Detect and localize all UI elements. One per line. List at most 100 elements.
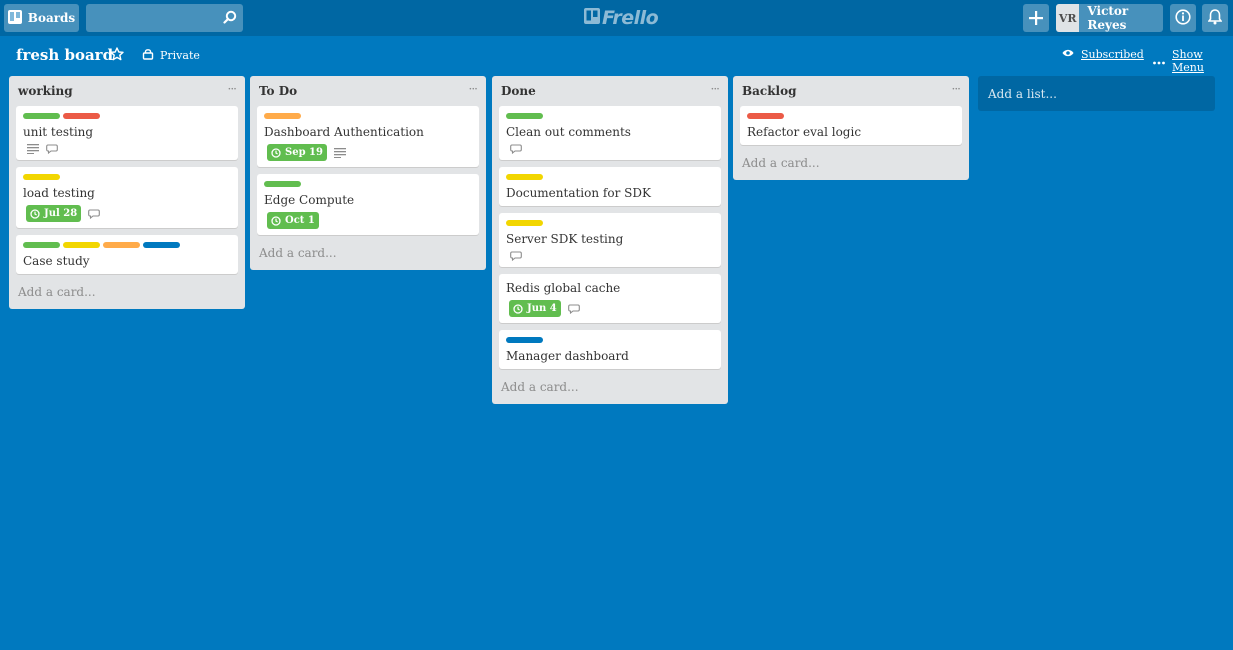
card-badges: Jun 4 <box>506 300 714 317</box>
list-menu-icon[interactable]: ··· <box>952 82 962 96</box>
add-list-button[interactable]: Add a list... <box>978 76 1215 111</box>
logo-icon <box>584 7 600 29</box>
visibility-label: Private <box>160 49 200 62</box>
card-title: Server SDK testing <box>506 232 624 246</box>
list-title[interactable]: Backlog <box>742 84 797 98</box>
card-labels <box>264 181 472 187</box>
list-2: Done ··· Clean out comments Documentation f… <box>492 76 728 404</box>
avatar: VR <box>1056 4 1080 32</box>
card-title: Clean out comments <box>506 125 631 139</box>
card-title: Refactor eval logic <box>747 125 862 139</box>
more-icon <box>1153 55 1165 68</box>
card[interactable]: Dashboard Authentication Sep 19 <box>257 106 479 167</box>
card-title: unit testing <box>23 125 94 139</box>
plus-icon <box>1029 6 1043 30</box>
due-date-badge: Jun 4 <box>509 300 561 317</box>
card[interactable]: Refactor eval logic <box>740 106 962 145</box>
due-date-badge: Jul 28 <box>26 205 82 222</box>
card-title: load testing <box>23 186 95 200</box>
subscribed-button[interactable]: Subscribed <box>1062 48 1144 61</box>
clock-icon <box>513 303 523 314</box>
list-title[interactable]: Done <box>501 84 536 98</box>
due-date: Oct 1 <box>285 215 315 226</box>
list-menu-icon[interactable]: ··· <box>711 82 721 96</box>
clock-icon <box>271 215 281 226</box>
card[interactable]: Clean out comments <box>499 106 721 160</box>
add-button[interactable] <box>1023 4 1049 32</box>
card[interactable]: load testing Jul 28 <box>16 167 238 228</box>
card-labels <box>23 174 231 180</box>
card-title: Redis global cache <box>506 281 621 295</box>
boards-button[interactable]: Boards <box>4 4 79 32</box>
card[interactable]: Documentation for SDK <box>499 167 721 206</box>
label-green <box>264 181 301 187</box>
card-badges <box>23 144 231 154</box>
clock-icon <box>30 208 40 219</box>
card[interactable]: Case study <box>16 235 238 274</box>
card-labels <box>506 113 714 119</box>
comment-icon <box>567 303 580 314</box>
list-3: Backlog ··· Refactor eval logic Add a card.… <box>733 76 969 180</box>
list-header: working ··· <box>16 76 238 106</box>
list-header: Done ··· <box>499 76 721 106</box>
user-name: Victor Reyes <box>1087 4 1129 32</box>
comment-icon <box>88 208 101 219</box>
label-red <box>63 113 100 119</box>
add-card-button[interactable]: Add a card... <box>16 281 238 301</box>
card-badges <box>506 144 714 154</box>
app-logo[interactable]: Frello <box>584 7 659 29</box>
list-1: To Do ··· Dashboard Authentication Sep 19 Ed… <box>250 76 486 270</box>
add-card-button[interactable]: Add a card... <box>499 376 721 396</box>
search-icon[interactable] <box>223 10 237 27</box>
card[interactable]: Edge Compute Oct 1 <box>257 174 479 235</box>
list-title[interactable]: To Do <box>259 84 297 98</box>
label-orange <box>264 113 301 119</box>
comment-icon <box>46 144 58 154</box>
add-card-button[interactable]: Add a card... <box>257 242 479 262</box>
due-date-badge: Oct 1 <box>267 212 319 229</box>
comment-icon <box>510 251 522 261</box>
card-labels <box>506 337 714 343</box>
top-header: Boards Frello VR Victor Reyes <box>0 0 1233 36</box>
bell-icon <box>1207 8 1223 28</box>
description-icon <box>333 147 346 158</box>
card-title: Manager dashboard <box>506 349 629 363</box>
due-date: Jul 28 <box>44 208 78 219</box>
card[interactable]: unit testing <box>16 106 238 160</box>
label-yellow <box>23 174 60 180</box>
due-date: Jun 4 <box>527 303 557 314</box>
label-green <box>23 113 60 119</box>
list-header: To Do ··· <box>257 76 479 106</box>
show-menu-button[interactable]: Show Menu <box>1153 48 1233 74</box>
description-icon <box>27 144 39 154</box>
star-icon[interactable] <box>110 47 124 64</box>
card-title: Case study <box>23 254 90 268</box>
notifications-button[interactable] <box>1202 4 1228 32</box>
card-labels <box>23 242 231 248</box>
due-date-badge: Sep 19 <box>267 144 327 161</box>
board-title[interactable]: fresh board <box>16 46 113 64</box>
card[interactable]: Manager dashboard <box>499 330 721 369</box>
logo-text: Frello <box>602 7 659 29</box>
label-blue <box>506 337 543 343</box>
info-button[interactable] <box>1170 4 1196 32</box>
label-yellow <box>506 174 543 180</box>
card-badges <box>506 251 714 261</box>
boards-label: Boards <box>27 11 76 25</box>
search-input[interactable] <box>86 4 243 32</box>
list-menu-icon[interactable]: ··· <box>469 82 479 96</box>
card-badges: Jul 28 <box>23 205 231 222</box>
list-title[interactable]: working <box>18 84 73 98</box>
label-blue <box>143 242 180 248</box>
lock-icon <box>142 48 154 63</box>
label-yellow <box>506 220 543 226</box>
user-menu-button[interactable]: VR Victor Reyes <box>1056 4 1163 32</box>
add-card-button[interactable]: Add a card... <box>740 152 962 172</box>
card[interactable]: Redis global cache Jun 4 <box>499 274 721 323</box>
label-green <box>506 113 543 119</box>
visibility-button[interactable]: Private <box>142 48 200 63</box>
card[interactable]: Server SDK testing <box>499 213 721 267</box>
list-menu-icon[interactable]: ··· <box>228 82 238 96</box>
info-icon <box>1175 8 1191 28</box>
show-menu-label: Show Menu <box>1172 48 1204 74</box>
